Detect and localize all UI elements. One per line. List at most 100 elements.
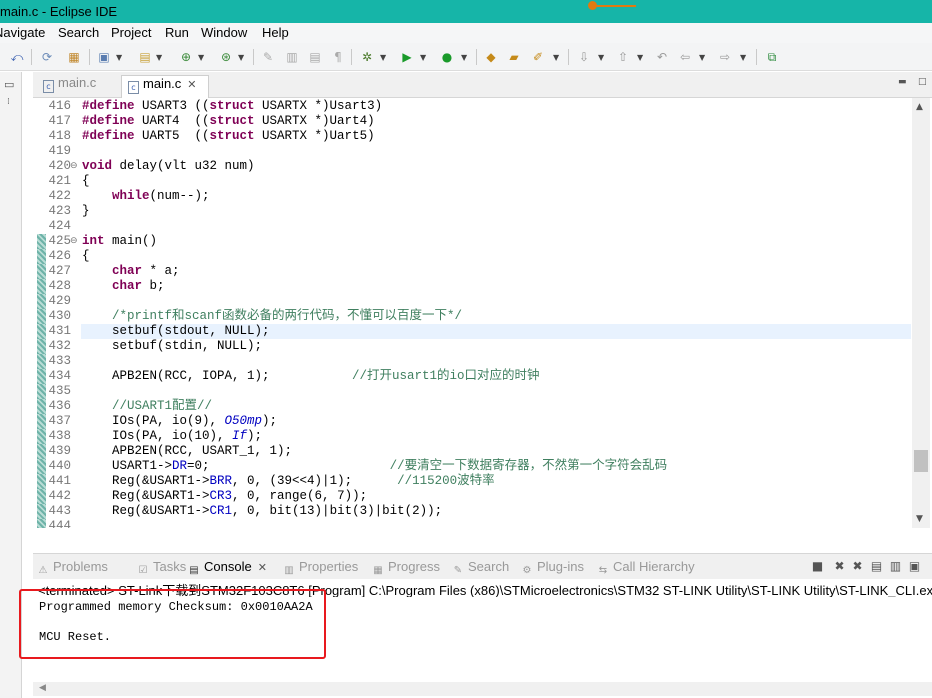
code-line[interactable]: 427 char * a; bbox=[35, 264, 911, 279]
code-line[interactable]: 431 setbuf(stdout, NULL); bbox=[35, 324, 911, 339]
minimize-icon[interactable]: ▬ bbox=[898, 77, 909, 88]
tab-plug-ins[interactable]: ⚙ Plug-ins bbox=[521, 559, 584, 577]
debug-icon[interactable]: ✲ bbox=[359, 49, 375, 65]
code-line[interactable]: 429 bbox=[35, 294, 911, 309]
forward-icon[interactable]: ⇨ bbox=[717, 49, 733, 65]
code-line[interactable]: 444 bbox=[35, 519, 911, 528]
new-class-icon[interactable]: ⊕ bbox=[178, 49, 194, 65]
tab-call-hierarchy[interactable]: ⇆ Call Hierarchy bbox=[597, 559, 695, 577]
properties-icon[interactable]: ▥ bbox=[284, 49, 300, 65]
window-drag-handle[interactable] bbox=[588, 1, 638, 10]
edit-icon[interactable]: ✐ bbox=[530, 49, 546, 65]
code-line[interactable]: 417 #define UART4 ((struct USARTX *)Uart4… bbox=[35, 114, 911, 129]
fold-toggle-icon[interactable]: ⊖ bbox=[70, 234, 78, 249]
tab-main-c-active[interactable]: c main.c ✕ bbox=[121, 75, 209, 98]
code-line[interactable]: 438 IOs(PA, io(10), If); bbox=[35, 429, 911, 444]
tab-problems[interactable]: ⚠ Problems bbox=[37, 559, 108, 577]
pin-console-icon[interactable]: ▣ bbox=[907, 559, 922, 574]
new-dropdown-icon[interactable]: ▼ bbox=[116, 53, 122, 62]
tab-main-c-inactive[interactable]: c main.c bbox=[37, 75, 96, 98]
clear-console-icon[interactable]: ▤ bbox=[869, 559, 884, 574]
format-icon[interactable]: ▤ bbox=[307, 49, 323, 65]
menu-run[interactable]: Run bbox=[165, 25, 189, 40]
new-generic-dropdown-icon[interactable]: ▼ bbox=[238, 53, 244, 62]
code-line[interactable]: 426 { bbox=[35, 249, 911, 264]
restore-icon[interactable]: ▭ bbox=[4, 78, 14, 91]
code-line[interactable]: 421 { bbox=[35, 174, 911, 189]
pilcrow-icon[interactable]: ¶ bbox=[330, 49, 346, 65]
code-line[interactable]: 420 ⊖ void delay(vlt u32 num) bbox=[35, 159, 911, 174]
open-folder-icon[interactable]: ▰ bbox=[506, 49, 522, 65]
code-line[interactable]: 437 IOs(PA, io(9), O50mp); bbox=[35, 414, 911, 429]
run-icon[interactable]: ▶ bbox=[399, 49, 415, 65]
code-line[interactable]: 436 //USART1配置// bbox=[35, 399, 911, 414]
close-icon[interactable]: ✕ bbox=[187, 78, 196, 91]
code-line[interactable]: 439 APB2EN(RCC, USART_1, 1); bbox=[35, 444, 911, 459]
open-type-icon[interactable]: ▤ bbox=[137, 49, 153, 65]
tab-progress[interactable]: ▦ Progress bbox=[372, 559, 440, 577]
remove-all-icon[interactable]: ✖ bbox=[850, 559, 865, 574]
code-line[interactable]: 416 #define USART3 ((struct USARTX *)Usar… bbox=[35, 99, 911, 114]
debug-dropdown-icon[interactable]: ▼ bbox=[380, 53, 386, 62]
code-line[interactable]: 442 Reg(&USART1->CR3, 0, range(6, 7)); bbox=[35, 489, 911, 504]
remove-launch-icon[interactable]: ✖ bbox=[832, 559, 847, 574]
prev-annotation-icon[interactable]: ⇧ bbox=[615, 49, 631, 65]
code-line[interactable]: 434 APB2EN(RCC, IOPA, 1); //打开usart1的io口… bbox=[35, 369, 911, 384]
fold-toggle-icon[interactable]: ⊖ bbox=[70, 159, 78, 174]
back-dropdown-icon[interactable]: ▼ bbox=[699, 53, 705, 62]
code-line[interactable]: 430 /*printf和scanf函数必备的两行代码，不懂可以百度一下*/ bbox=[35, 309, 911, 324]
terminate-icon[interactable]: ■ bbox=[810, 559, 825, 574]
maximize-icon[interactable]: □ bbox=[918, 77, 929, 88]
scrollbar-thumb[interactable] bbox=[914, 450, 928, 472]
run-dropdown-icon[interactable]: ▼ bbox=[420, 53, 426, 62]
tab-properties[interactable]: ▥ Properties bbox=[283, 559, 358, 577]
last-edit-icon[interactable]: ↶ bbox=[654, 49, 670, 65]
next-annotation-icon[interactable]: ⇩ bbox=[576, 49, 592, 65]
outline-icon[interactable]: ⁞ bbox=[7, 98, 10, 107]
code-line[interactable]: 419 bbox=[35, 144, 911, 159]
menu-search[interactable]: Search bbox=[58, 25, 99, 40]
edit-dropdown-icon[interactable]: ▼ bbox=[553, 53, 559, 62]
tab-console[interactable]: ▤ Console ✕ bbox=[188, 559, 267, 577]
external-tools-icon[interactable]: ● bbox=[439, 49, 455, 65]
code-line[interactable]: 435 bbox=[35, 384, 911, 399]
new-class-dropdown-icon[interactable]: ▼ bbox=[198, 53, 204, 62]
new-generic-icon[interactable]: ⊛ bbox=[218, 49, 234, 65]
scroll-up-icon[interactable]: ▲ bbox=[916, 102, 923, 112]
code-line[interactable]: 428 char b; bbox=[35, 279, 911, 294]
menu-window[interactable]: Window bbox=[201, 25, 247, 40]
scroll-lock-icon[interactable]: ▥ bbox=[888, 559, 903, 574]
menu-help[interactable]: Help bbox=[262, 25, 289, 40]
new-icon[interactable]: ▣ bbox=[96, 49, 112, 65]
new-view-icon[interactable]: ⧉ bbox=[764, 49, 780, 65]
code-line[interactable]: 422 while(num--); bbox=[35, 189, 911, 204]
code-editor[interactable]: 416 #define USART3 ((struct USARTX *)Usar… bbox=[35, 98, 931, 528]
code-line[interactable]: 425 ⊖ int main() bbox=[35, 234, 911, 249]
code-line[interactable]: 423} bbox=[35, 204, 911, 219]
refresh-icon[interactable]: ⟳ bbox=[39, 49, 55, 65]
close-icon[interactable]: ✕ bbox=[258, 561, 267, 574]
code-line[interactable]: 441 Reg(&USART1->BRR, 0, (39<<4)|1); //1… bbox=[35, 474, 911, 489]
tab-search[interactable]: ✎ Search bbox=[452, 559, 509, 577]
code-line[interactable]: 424 bbox=[35, 219, 911, 234]
next-annotation-dropdown-icon[interactable]: ▼ bbox=[598, 53, 604, 62]
open-type-dropdown-icon[interactable]: ▼ bbox=[156, 53, 162, 62]
tab-tasks[interactable]: ☑ Tasks bbox=[137, 559, 187, 577]
menu-project[interactable]: Project bbox=[111, 25, 151, 40]
breakpoint-skip-icon[interactable]: ⤺ bbox=[9, 49, 25, 65]
open-task-icon[interactable]: ◆ bbox=[483, 49, 499, 65]
code-line[interactable]: 443 Reg(&USART1->CR1, 0, bit(13)|bit(3)|… bbox=[35, 504, 911, 519]
code-line[interactable]: 433 bbox=[35, 354, 911, 369]
spell-icon[interactable]: ✎ bbox=[260, 49, 276, 65]
menu-navigate[interactable]: Navigate bbox=[0, 25, 45, 40]
scroll-down-icon[interactable]: ▼ bbox=[916, 514, 923, 524]
drag-knob[interactable] bbox=[588, 1, 597, 10]
build-all-icon[interactable]: ▦ bbox=[66, 49, 82, 65]
editor-vertical-scrollbar[interactable]: ▲ ▼ bbox=[912, 98, 930, 528]
console-horizontal-scrollbar[interactable]: ◀ bbox=[33, 682, 932, 696]
code-line[interactable]: 432 setbuf(stdin, NULL); bbox=[35, 339, 911, 354]
code-line[interactable]: 418 #define UART5 ((struct USARTX *)Uart5… bbox=[35, 129, 911, 144]
code-line[interactable]: 440 USART1->DR=0; //要清空一下数据寄存器，不然第一个字符会乱… bbox=[35, 459, 911, 474]
scroll-left-icon[interactable]: ◀ bbox=[39, 683, 46, 693]
external-tools-dropdown-icon[interactable]: ▼ bbox=[461, 53, 467, 62]
